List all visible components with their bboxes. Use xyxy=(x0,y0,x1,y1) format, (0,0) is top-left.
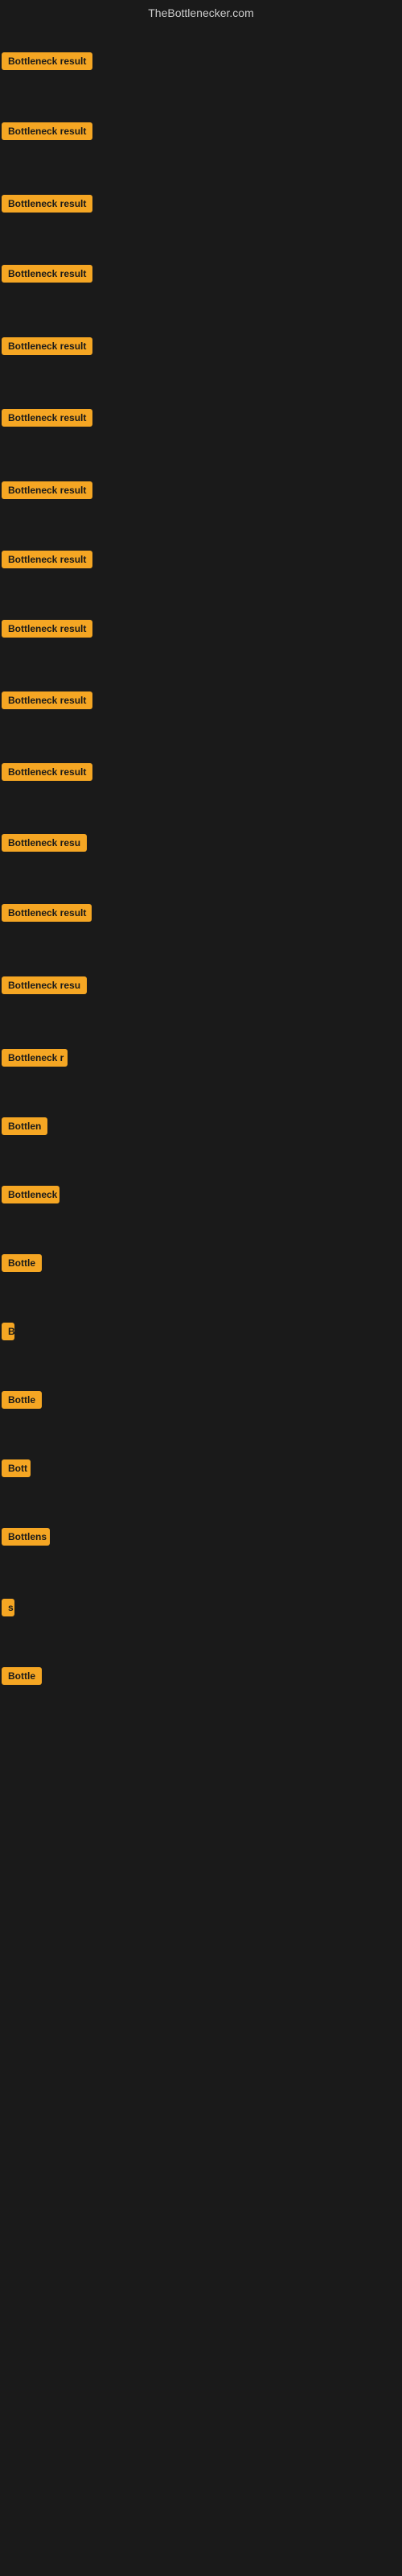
bottleneck-row: Bottle xyxy=(2,1391,42,1413)
bottleneck-row: Bottleneck result xyxy=(2,337,92,359)
bottleneck-row: Bottleneck result xyxy=(2,904,92,926)
bottleneck-row: Bott xyxy=(2,1459,31,1481)
bottleneck-badge[interactable]: Bottleneck xyxy=(2,1186,59,1203)
bottleneck-badge[interactable]: Bottleneck result xyxy=(2,551,92,568)
bottleneck-row: B xyxy=(2,1323,14,1344)
bottleneck-row: Bottleneck xyxy=(2,1186,59,1208)
bottleneck-badge[interactable]: Bottlen xyxy=(2,1117,47,1135)
bottleneck-row: Bottleneck result xyxy=(2,195,92,217)
bottleneck-badge[interactable]: s xyxy=(2,1599,14,1616)
bottleneck-badge[interactable]: Bottleneck result xyxy=(2,691,92,709)
bottleneck-badge[interactable]: Bottle xyxy=(2,1254,42,1272)
bottleneck-row: Bottlens xyxy=(2,1528,50,1550)
bottleneck-badge[interactable]: Bottleneck result xyxy=(2,620,92,638)
bottleneck-row: s xyxy=(2,1599,14,1620)
bottleneck-badge[interactable]: Bottleneck resu xyxy=(2,976,87,994)
bottleneck-row: Bottleneck result xyxy=(2,691,92,713)
bottleneck-row: Bottleneck resu xyxy=(2,976,87,998)
bottleneck-row: Bottleneck r xyxy=(2,1049,68,1071)
bottleneck-row: Bottleneck result xyxy=(2,122,92,144)
bottleneck-badge[interactable]: Bottleneck result xyxy=(2,904,92,922)
bottleneck-badge[interactable]: Bottleneck result xyxy=(2,195,92,213)
bottleneck-badge[interactable]: Bottle xyxy=(2,1391,42,1409)
bottleneck-badge[interactable]: Bott xyxy=(2,1459,31,1477)
site-title: TheBottlenecker.com xyxy=(0,0,402,23)
bottleneck-row: Bottleneck result xyxy=(2,265,92,287)
bottleneck-badge[interactable]: Bottleneck result xyxy=(2,409,92,427)
bottleneck-row: Bottleneck result xyxy=(2,551,92,572)
bottleneck-badge[interactable]: Bottleneck resu xyxy=(2,834,87,852)
bottleneck-row: Bottleneck result xyxy=(2,409,92,431)
bottleneck-badge[interactable]: Bottleneck result xyxy=(2,122,92,140)
bottleneck-row: Bottle xyxy=(2,1667,42,1689)
bottleneck-row: Bottleneck result xyxy=(2,481,92,503)
bottleneck-row: Bottleneck result xyxy=(2,52,92,74)
bottleneck-row: Bottle xyxy=(2,1254,42,1276)
bottleneck-badge[interactable]: Bottleneck result xyxy=(2,265,92,283)
bottleneck-badge[interactable]: Bottlens xyxy=(2,1528,50,1546)
bottleneck-row: Bottleneck result xyxy=(2,620,92,642)
bottleneck-row: Bottleneck resu xyxy=(2,834,87,856)
bottleneck-badge[interactable]: Bottleneck result xyxy=(2,337,92,355)
bottleneck-badge[interactable]: Bottleneck result xyxy=(2,481,92,499)
bottleneck-row: Bottlen xyxy=(2,1117,47,1139)
bottleneck-badge[interactable]: Bottle xyxy=(2,1667,42,1685)
bottleneck-badge[interactable]: B xyxy=(2,1323,14,1340)
bottleneck-badge[interactable]: Bottleneck result xyxy=(2,763,92,781)
bottleneck-badge[interactable]: Bottleneck result xyxy=(2,52,92,70)
bottleneck-badge[interactable]: Bottleneck r xyxy=(2,1049,68,1067)
bottleneck-row: Bottleneck result xyxy=(2,763,92,785)
